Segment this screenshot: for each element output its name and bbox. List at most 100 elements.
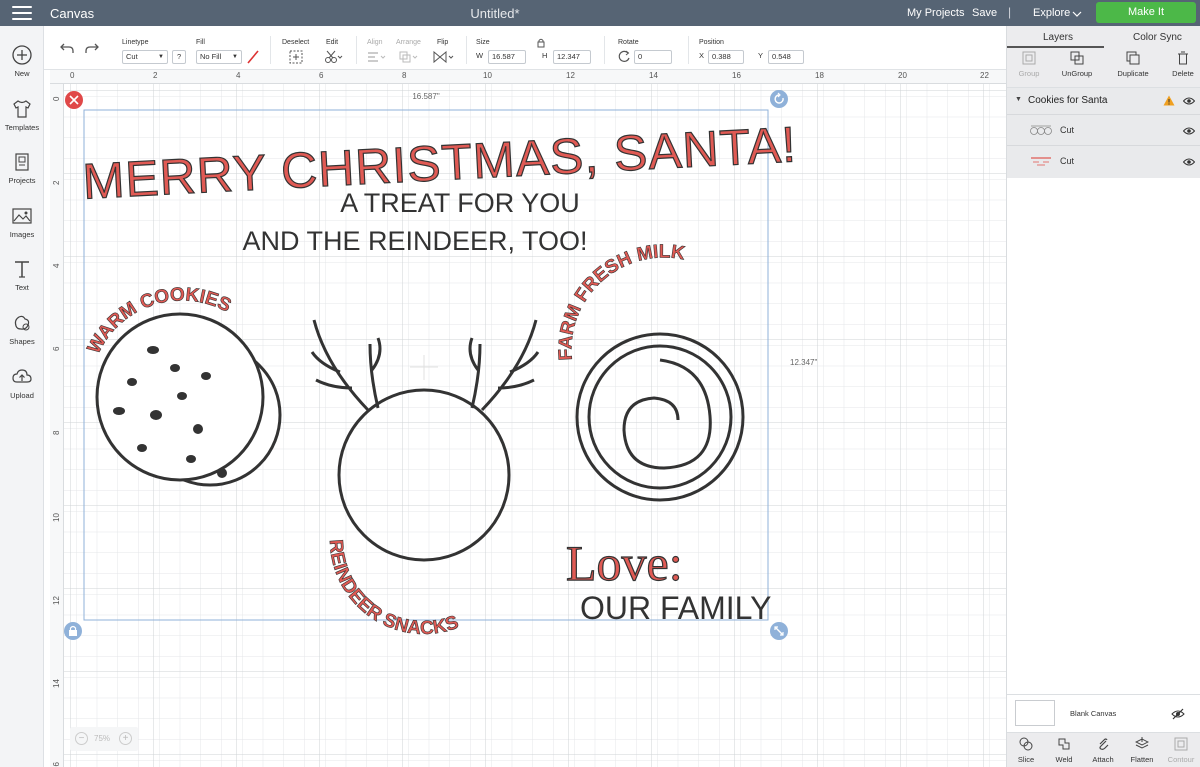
warning-icon[interactable]	[1163, 95, 1175, 106]
layer-name: Cut	[1060, 156, 1075, 166]
duplicate-button[interactable]: Duplicate	[1111, 51, 1155, 78]
sidebar-item-label: Upload	[10, 391, 34, 400]
toolbar-divider	[356, 36, 357, 64]
align-icon[interactable]	[366, 50, 388, 64]
explore-menu[interactable]: Explore	[1033, 7, 1070, 19]
layer-row[interactable]: Cut	[1007, 114, 1200, 144]
lock-icon[interactable]	[537, 38, 545, 48]
tab-layers[interactable]: Layers	[1043, 32, 1073, 43]
layer-group-row[interactable]: ▼ Cookies for Santa	[1007, 88, 1200, 112]
blank-canvas-label: Blank Canvas	[1070, 709, 1117, 718]
blank-canvas-swatch[interactable]	[1015, 700, 1055, 726]
tab-color-sync[interactable]: Color Sync	[1133, 32, 1182, 43]
attach-icon	[1099, 738, 1109, 750]
eye-icon[interactable]	[1183, 158, 1195, 166]
slice-button[interactable]: Slice	[1007, 737, 1045, 764]
group-button[interactable]: Group	[1007, 51, 1051, 78]
text-icon	[15, 261, 29, 278]
sidebar-item-label: Text	[15, 283, 29, 292]
fill-color-swatch-icon[interactable]	[246, 49, 260, 65]
design-canvas[interactable]: 0 2 4 6 8 10 12 14 16 18 20 22 0 2 4 6 8…	[50, 70, 1006, 767]
redo-icon[interactable]	[84, 41, 100, 55]
resize-handle-icon[interactable]	[770, 622, 788, 640]
rotate-handle-icon[interactable]	[770, 90, 788, 108]
plus-circle-icon	[12, 45, 32, 65]
upload-cloud-icon	[12, 369, 32, 383]
delete-label: Delete	[1172, 69, 1194, 78]
top-bar: Canvas Untitled* My Projects Save | Expl…	[0, 0, 1200, 26]
flatten-button[interactable]: Flatten	[1123, 737, 1161, 764]
group-icon	[1022, 51, 1036, 65]
zoom-level: 75%	[94, 734, 111, 743]
sidebar-item-text[interactable]: Text	[0, 258, 44, 292]
chevron-down-icon[interactable]	[1072, 9, 1082, 19]
milk-illustration	[575, 332, 745, 502]
eye-icon[interactable]	[1183, 127, 1195, 135]
layer-row[interactable]: Cut	[1007, 145, 1200, 175]
topbar-separator: |	[1008, 5, 1012, 19]
x-position-input[interactable]: 0.388	[708, 50, 744, 64]
flip-icon[interactable]	[432, 50, 456, 64]
eye-hidden-icon[interactable]	[1171, 708, 1185, 720]
sidebar-item-projects[interactable]: Projects	[0, 151, 44, 185]
width-input[interactable]: 16.587	[488, 50, 526, 64]
sidebar-item-templates[interactable]: Templates	[0, 98, 44, 132]
lock-handle-icon[interactable]	[64, 622, 82, 640]
linetype-label: Linetype	[122, 39, 149, 46]
projects-icon	[15, 153, 29, 171]
height-input[interactable]: 12.347	[553, 50, 591, 64]
undo-icon[interactable]	[59, 41, 75, 55]
layer-thumbnail	[1031, 157, 1051, 166]
toolbar-divider	[688, 36, 689, 64]
size-label: Size	[476, 39, 490, 46]
sidebar-item-shapes[interactable]: Shapes	[0, 312, 44, 346]
weld-label: Weld	[1055, 755, 1073, 764]
edit-toolbar: Linetype Cut ▼ ? Fill No Fill ▼ Deselect E…	[44, 26, 1006, 70]
delete-button[interactable]: Delete	[1161, 51, 1200, 78]
design-artwork[interactable]: 16.587" 12.347" MERRY CHRISTMAS, SANTA! …	[50, 70, 1006, 767]
weld-button[interactable]: Weld	[1045, 737, 1083, 764]
collapse-triangle-icon[interactable]: ▼	[1015, 96, 1022, 103]
dropdown-arrow-icon: ▼	[232, 54, 238, 60]
image-icon	[12, 208, 32, 224]
make-it-button[interactable]: Make It	[1096, 2, 1196, 23]
linetype-select[interactable]: Cut ▼	[122, 50, 168, 64]
our-family-text: OUR FAMILY	[580, 590, 771, 626]
document-title[interactable]: Untitled*	[0, 6, 990, 21]
sidebar-item-new[interactable]: New	[0, 44, 44, 78]
sidebar-item-upload[interactable]: Upload	[0, 366, 44, 400]
sidebar-item-images[interactable]: Images	[0, 205, 44, 239]
rotate-input[interactable]: 0	[634, 50, 672, 64]
ungroup-button[interactable]: UnGroup	[1055, 51, 1099, 78]
linetype-help-button[interactable]: ?	[172, 50, 186, 64]
layer-thumbnail	[1030, 125, 1052, 135]
arrange-icon[interactable]	[398, 50, 420, 64]
position-label: Position	[699, 39, 724, 46]
layers-list: ▼ Cookies for Santa Cut Cut	[1007, 88, 1200, 178]
y-position-input[interactable]: 0.548	[768, 50, 804, 64]
flip-label: Flip	[437, 39, 449, 46]
contour-button[interactable]: Contour	[1162, 737, 1200, 764]
duplicate-icon	[1126, 51, 1140, 65]
attach-button[interactable]: Attach	[1084, 737, 1122, 764]
x-label: X	[699, 51, 705, 60]
width-dimension-label: 16.587"	[412, 92, 439, 101]
left-sidebar: New Templates Projects Images Text Shape…	[0, 26, 44, 767]
fill-select[interactable]: No Fill ▼	[196, 50, 242, 64]
ungroup-label: UnGroup	[1061, 69, 1093, 78]
deselect-icon[interactable]	[288, 49, 304, 65]
trash-icon	[1178, 51, 1188, 65]
height-dimension-label: 12.347"	[790, 358, 817, 367]
height-label: H	[542, 51, 548, 60]
toolbar-divider	[604, 36, 605, 64]
sidebar-item-label: New	[14, 69, 30, 78]
zoom-out-button[interactable]: −	[75, 732, 88, 745]
zoom-in-button[interactable]: +	[119, 732, 132, 745]
sidebar-item-label: Images	[9, 230, 35, 239]
save-button[interactable]: Save	[972, 7, 997, 19]
eye-icon[interactable]	[1183, 97, 1195, 105]
my-projects-link[interactable]: My Projects	[907, 7, 964, 19]
delete-handle-icon[interactable]	[65, 91, 83, 109]
blank-canvas-row[interactable]: Blank Canvas	[1007, 694, 1200, 732]
edit-scissors-icon[interactable]	[324, 49, 344, 65]
